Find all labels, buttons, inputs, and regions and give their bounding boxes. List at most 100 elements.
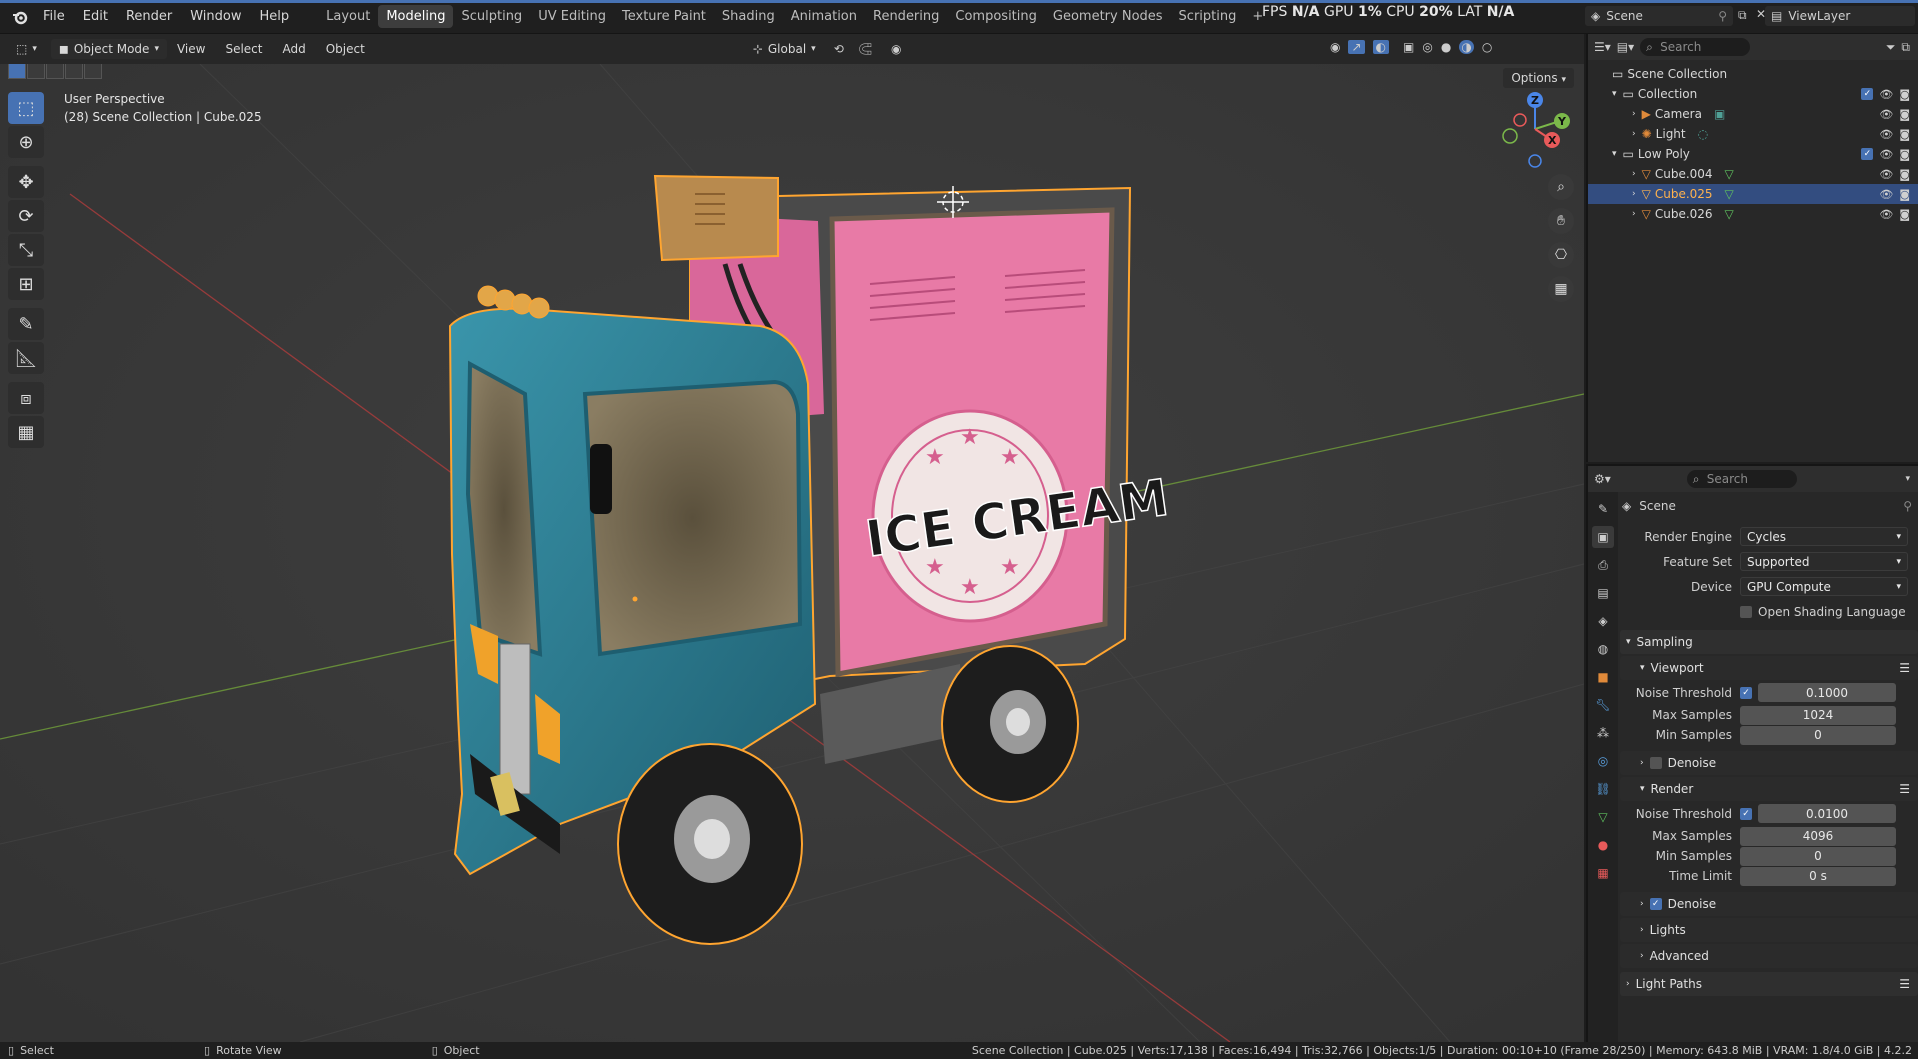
gizmo-toggle-icon[interactable]: ↗ [1348,40,1365,54]
tab-animation[interactable]: Animation [783,5,865,28]
filter-icon[interactable]: ⏷ [1886,40,1896,55]
measure-icon[interactable]: 📐︎ [8,342,44,374]
data-tab-icon[interactable]: ▽ [1592,806,1614,828]
view-layer-selector[interactable]: ▤ ViewLayer [1765,6,1915,26]
camera-icon[interactable]: ◙ [1899,168,1910,181]
menu-file[interactable]: File [34,9,74,24]
sampling-section[interactable]: ▾ Sampling [1620,630,1918,654]
material-tab-icon[interactable]: ● [1592,834,1614,856]
eye-icon[interactable]: 👁︎ [1879,208,1893,221]
vp-min-samples-field[interactable]: 0 [1740,725,1896,745]
list-icon[interactable]: ☰ [1899,977,1910,991]
properties-search-input[interactable]: Search [1686,470,1797,488]
eye-icon[interactable]: 👁︎ [1879,128,1893,141]
r-time-limit-field[interactable]: 0 s [1740,866,1896,886]
editor-type-dropdown[interactable]: ⬚ ▾ [8,39,45,59]
vp-denoise-checkbox[interactable] [1649,757,1662,769]
outliner-row-cube-004[interactable]: › ▽ Cube.004 ▽ 👁︎ ◙ [1588,164,1918,184]
select-box-icon[interactable]: ⬚ [8,92,44,124]
r-denoise-subsection[interactable]: › ✓ Denoise [1620,892,1918,916]
blender-logo-icon[interactable] [6,9,34,25]
tab-shading[interactable]: Shading [714,5,783,28]
tab-layout[interactable]: Layout [318,5,378,28]
vp-noise-checkbox[interactable]: ✓ [1740,686,1752,699]
scene-selector[interactable]: ◈ Scene ⚲ [1585,6,1733,26]
pin-icon[interactable]: ⚲ [1718,9,1727,23]
modifier-tab-icon[interactable]: 🔧︎ [1592,694,1614,716]
r-min-samples-field[interactable]: 0 [1740,846,1896,866]
camera-icon[interactable]: ◙ [1899,108,1910,121]
visibility-icon[interactable]: ◉ [1330,40,1340,54]
tab-geometry-nodes[interactable]: Geometry Nodes [1045,5,1171,28]
camera-icon[interactable]: ◙ [1899,148,1910,161]
outliner-row-scene-collection[interactable]: ▭ Scene Collection [1588,64,1918,84]
device-select[interactable]: GPU Compute ▾ [1740,577,1908,596]
chevron-down-icon[interactable]: ▾ [1612,89,1617,99]
new-collection-icon[interactable]: ⧉ [1901,40,1910,55]
osl-checkbox[interactable] [1740,605,1752,618]
select-intersect-icon[interactable] [84,64,102,79]
output-tab-icon[interactable]: ⎙ [1592,554,1614,576]
annotate-icon[interactable]: ✎ [8,308,44,340]
select-extend-icon[interactable] [27,64,45,79]
add-mesh-icon[interactable]: ▦ [8,416,44,448]
r-max-samples-field[interactable]: 4096 [1740,826,1896,846]
outliner-row-collection[interactable]: ▾ ▭ Collection ✓ 👁︎ ◙ [1588,84,1918,104]
menu-add[interactable]: Add [272,42,315,56]
camera-icon[interactable]: ◙ [1899,88,1910,101]
outliner-row-light[interactable]: › ✺ Light ◌ 👁︎ ◙ [1588,124,1918,144]
rotate-icon[interactable]: ⟳ [8,200,44,232]
chevron-down-icon[interactable]: ▾ [1612,149,1617,159]
transform-orientation-dropdown[interactable]: ⊹ Global ▾ [745,39,824,59]
advanced-subsection[interactable]: › Advanced [1620,944,1918,968]
zoom-icon[interactable]: ⌕ [1548,174,1574,200]
snap-icon[interactable]: 🧲︎ [858,42,873,56]
eye-icon[interactable]: 👁︎ [1879,188,1893,201]
3d-viewport[interactable]: ★ ★ ★ ★ ★ ★ ICE CREAM Z Y X User Perspec… [0,64,1584,1042]
world-tab-icon[interactable]: ◍ [1592,638,1614,660]
tab-compositing[interactable]: Compositing [947,5,1045,28]
move-icon[interactable]: ✥ [8,166,44,198]
particles-tab-icon[interactable]: ⁂ [1592,722,1614,744]
pan-hand-icon[interactable]: ✋︎ [1548,208,1574,234]
outliner-row-cube-026[interactable]: › ▽ Cube.026 ▽ 👁︎ ◙ [1588,204,1918,224]
vp-noise-threshold-field[interactable]: 0.1000 [1758,683,1896,702]
camera-icon[interactable]: ◙ [1899,128,1910,141]
select-invert-icon[interactable] [65,64,83,79]
tab-scripting[interactable]: Scripting [1171,5,1245,28]
tab-rendering[interactable]: Rendering [865,5,947,28]
menu-edit[interactable]: Edit [74,9,117,24]
light-paths-section[interactable]: › Light Paths ☰ [1620,972,1918,996]
chevron-right-icon[interactable]: › [1632,189,1636,199]
rendered-shading-icon[interactable]: ○ [1482,40,1492,54]
camera-view-icon[interactable]: ⎔ [1548,242,1574,268]
menu-window[interactable]: Window [181,9,250,24]
list-icon[interactable]: ☰ [1899,782,1910,796]
new-scene-icon[interactable]: ⧉ [1738,8,1747,23]
outliner-row-camera[interactable]: › ▶ Camera ▣ 👁︎ ◙ [1588,104,1918,124]
tool-tab-icon[interactable]: ✎ [1592,498,1614,520]
outliner-search-input[interactable]: Search [1640,38,1751,56]
menu-render[interactable]: Render [117,9,181,24]
lights-subsection[interactable]: › Lights [1620,918,1918,942]
tab-sculpting[interactable]: Sculpting [453,5,530,28]
constraints-tab-icon[interactable]: ⛓︎ [1592,778,1614,800]
viewport-subsection[interactable]: ▾ Viewport ☰ [1620,656,1918,680]
tab-uv-editing[interactable]: UV Editing [530,5,614,28]
perspective-toggle-icon[interactable]: ▦ [1548,276,1574,302]
eye-icon[interactable]: 👁︎ [1879,168,1893,181]
pivot-icon[interactable]: ⟲ [834,42,844,56]
chevron-down-icon[interactable]: ▾ [1905,474,1910,484]
material-shading-icon[interactable]: ◑ [1459,40,1474,54]
menu-select[interactable]: Select [215,42,272,56]
render-tab-icon[interactable]: ▣ [1592,526,1614,548]
scale-icon[interactable]: ⤡ [8,234,44,266]
chevron-right-icon[interactable]: › [1632,169,1636,179]
vp-max-samples-field[interactable]: 1024 [1740,705,1896,725]
display-mode-icon[interactable]: ▤▾ [1617,40,1634,54]
overlay-toggle-icon[interactable]: ◐ [1372,40,1390,54]
scene-tab-icon[interactable]: ◈ [1592,610,1614,632]
options-button[interactable]: Options ▾ [1503,68,1574,88]
vp-denoise-subsection[interactable]: › Denoise [1620,751,1918,775]
eye-icon[interactable]: 👁︎ [1879,108,1893,121]
